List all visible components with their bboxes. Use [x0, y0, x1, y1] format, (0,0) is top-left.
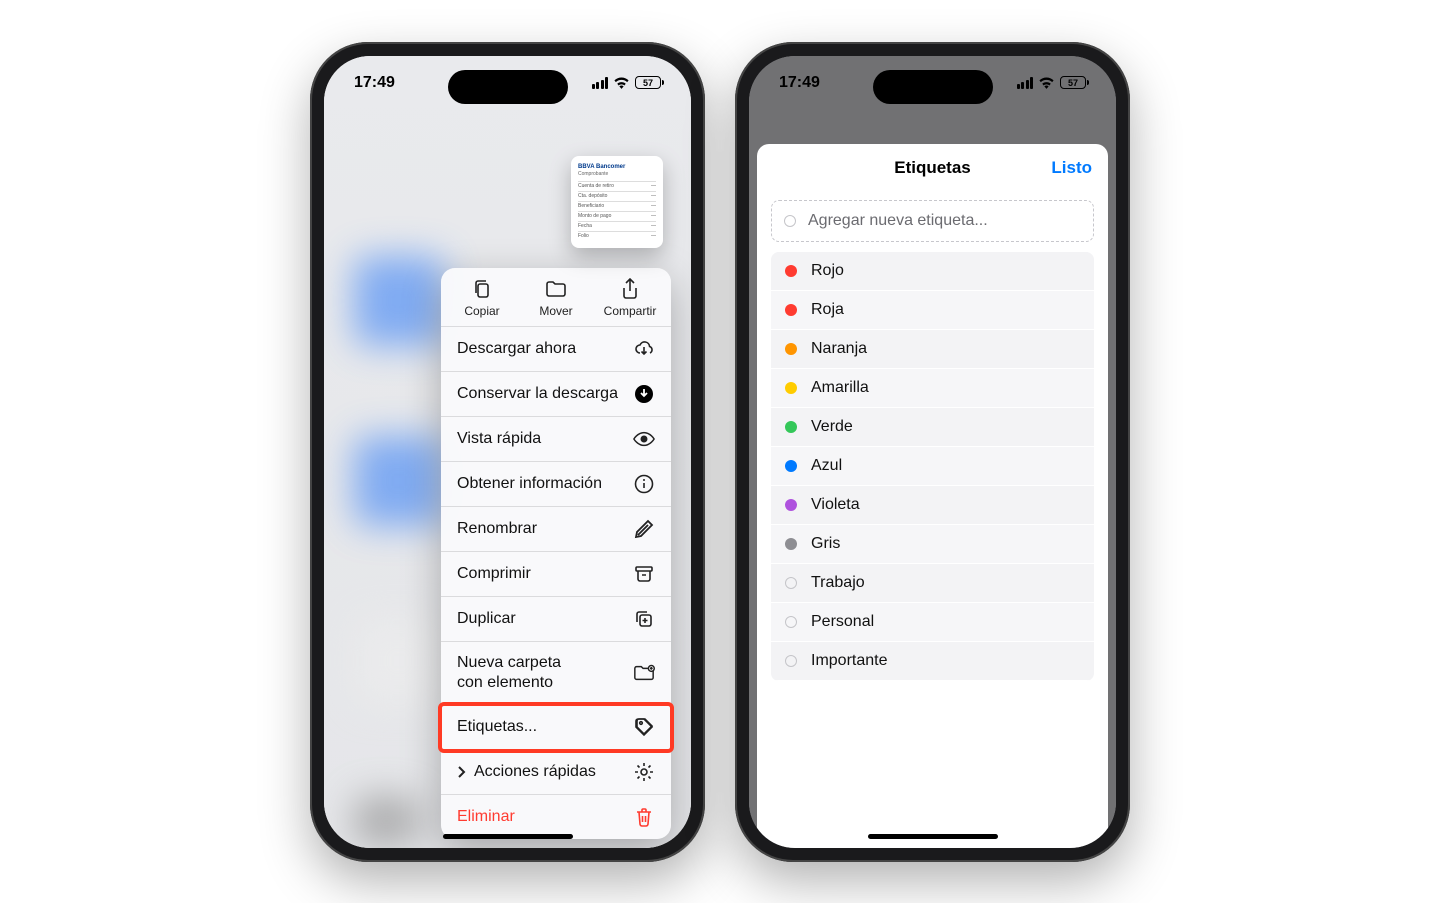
pencil-icon — [633, 518, 655, 540]
tag-row[interactable]: Naranja — [771, 330, 1094, 369]
menu-item-label: Duplicar — [457, 609, 516, 629]
tag-color-dot — [785, 538, 797, 550]
tag-label: Naranja — [811, 340, 867, 358]
menu-item-label: Renombrar — [457, 519, 537, 539]
menu-item-label: Nueva carpeta con elemento — [457, 653, 561, 693]
tag-color-dot — [785, 421, 797, 433]
tag-label: Verde — [811, 418, 853, 436]
tag-row[interactable]: Violeta — [771, 486, 1094, 525]
menu-item-pencil[interactable]: Renombrar — [441, 507, 671, 552]
status-time: 17:49 — [354, 74, 395, 92]
menu-share[interactable]: Compartir — [594, 278, 666, 318]
tag-label: Gris — [811, 535, 840, 553]
menu-item-archivebox[interactable]: Comprimir — [441, 552, 671, 597]
duplicate-icon — [633, 608, 655, 630]
tag-row[interactable]: Importante — [771, 642, 1094, 681]
tag-color-dot — [785, 460, 797, 472]
folder-plus-icon — [633, 662, 655, 684]
tag-label: Amarilla — [811, 379, 869, 397]
tag-label: Rojo — [811, 262, 844, 280]
phone-right: 17:49 57 Etiquetas Listo Agregar nueva e… — [735, 42, 1130, 862]
chevron-right-icon — [457, 765, 466, 779]
gear-icon — [633, 761, 655, 783]
menu-item-label: Obtener información — [457, 474, 602, 494]
circle-outline-icon — [785, 655, 797, 667]
menu-item-trash[interactable]: Eliminar — [441, 795, 671, 839]
eye-icon — [633, 428, 655, 450]
menu-item-cloud-download[interactable]: Descargar ahora — [441, 327, 671, 372]
dynamic-island — [448, 70, 568, 104]
screen-right: 17:49 57 Etiquetas Listo Agregar nueva e… — [749, 56, 1116, 848]
cellular-icon — [1017, 77, 1034, 89]
menu-item-label: Vista rápida — [457, 429, 541, 449]
archivebox-icon — [633, 563, 655, 585]
menu-item-label: Eliminar — [457, 807, 515, 827]
document-preview-thumbnail[interactable]: BBVA Bancomer Comprobante Cuenta de reti… — [571, 156, 663, 248]
menu-item-label: Etiquetas... — [457, 717, 537, 737]
trash-icon — [633, 806, 655, 828]
tag-label: Violeta — [811, 496, 860, 514]
menu-item-label: Acciones rápidas — [474, 762, 596, 782]
tag-label: Azul — [811, 457, 842, 475]
tag-row[interactable]: Roja — [771, 291, 1094, 330]
tag-label: Trabajo — [811, 574, 865, 592]
menu-item-eye[interactable]: Vista rápida — [441, 417, 671, 462]
wifi-icon — [613, 76, 630, 89]
cloud-download-icon — [633, 338, 655, 360]
menu-item-folder-plus[interactable]: Nueva carpeta con elemento — [441, 642, 671, 705]
battery-icon: 57 — [1060, 76, 1086, 89]
menu-item-label: Comprimir — [457, 564, 531, 584]
sheet-header: Etiquetas Listo — [757, 144, 1108, 192]
tag-color-dot — [785, 343, 797, 355]
tag-color-dot — [785, 382, 797, 394]
tag-row[interactable]: Verde — [771, 408, 1094, 447]
tag-row[interactable]: Personal — [771, 603, 1094, 642]
copy-icon — [471, 278, 493, 300]
circle-outline-icon — [784, 215, 796, 227]
dynamic-island — [873, 70, 993, 104]
tag-row[interactable]: Azul — [771, 447, 1094, 486]
circle-outline-icon — [785, 577, 797, 589]
tag-color-dot — [785, 499, 797, 511]
menu-item-duplicate[interactable]: Duplicar — [441, 597, 671, 642]
menu-item-gear[interactable]: Acciones rápidas — [441, 750, 671, 795]
tag-label: Personal — [811, 613, 874, 631]
tag-row[interactable]: Rojo — [771, 252, 1094, 291]
menu-item-label: Descargar ahora — [457, 339, 576, 359]
cellular-icon — [592, 77, 609, 89]
menu-copy[interactable]: Copiar — [446, 278, 518, 318]
tag-color-dot — [785, 265, 797, 277]
tag-label: Roja — [811, 301, 844, 319]
tag-row[interactable]: Gris — [771, 525, 1094, 564]
menu-item-tag[interactable]: Etiquetas... — [441, 705, 671, 750]
screen-left: 17:49 57 BBVA Bancomer Comprobante Cuent… — [324, 56, 691, 848]
tag-row[interactable]: Amarilla — [771, 369, 1094, 408]
tag-color-dot — [785, 304, 797, 316]
tag-icon — [633, 716, 655, 738]
home-indicator[interactable] — [868, 834, 998, 839]
status-time: 17:49 — [779, 74, 820, 92]
tag-row[interactable]: Trabajo — [771, 564, 1094, 603]
share-icon — [619, 278, 641, 300]
context-menu: Copiar Mover Compartir Descargar ahora Co… — [441, 268, 671, 839]
menu-item-info[interactable]: Obtener información — [441, 462, 671, 507]
circle-outline-icon — [785, 616, 797, 628]
menu-move[interactable]: Mover — [520, 278, 592, 318]
tags-sheet: Etiquetas Listo Agregar nueva etiqueta..… — [757, 144, 1108, 848]
tags-list: Rojo Roja Naranja Amarilla Verde Azul Violeta G… — [771, 252, 1094, 681]
battery-icon: 57 — [635, 76, 661, 89]
phone-left: 17:49 57 BBVA Bancomer Comprobante Cuent… — [310, 42, 705, 862]
home-indicator[interactable] — [443, 834, 573, 839]
menu-item-label: Conservar la descarga — [457, 384, 618, 404]
menu-item-keep-download[interactable]: Conservar la descarga — [441, 372, 671, 417]
done-button[interactable]: Listo — [1051, 158, 1092, 178]
sheet-title: Etiquetas — [894, 158, 971, 178]
keep-download-icon — [633, 383, 655, 405]
add-tag-row[interactable]: Agregar nueva etiqueta... — [771, 200, 1094, 242]
tag-label: Importante — [811, 652, 887, 670]
folder-icon — [545, 278, 567, 300]
doc-preview-bank: BBVA Bancomer — [578, 164, 656, 170]
info-icon — [633, 473, 655, 495]
wifi-icon — [1038, 76, 1055, 89]
